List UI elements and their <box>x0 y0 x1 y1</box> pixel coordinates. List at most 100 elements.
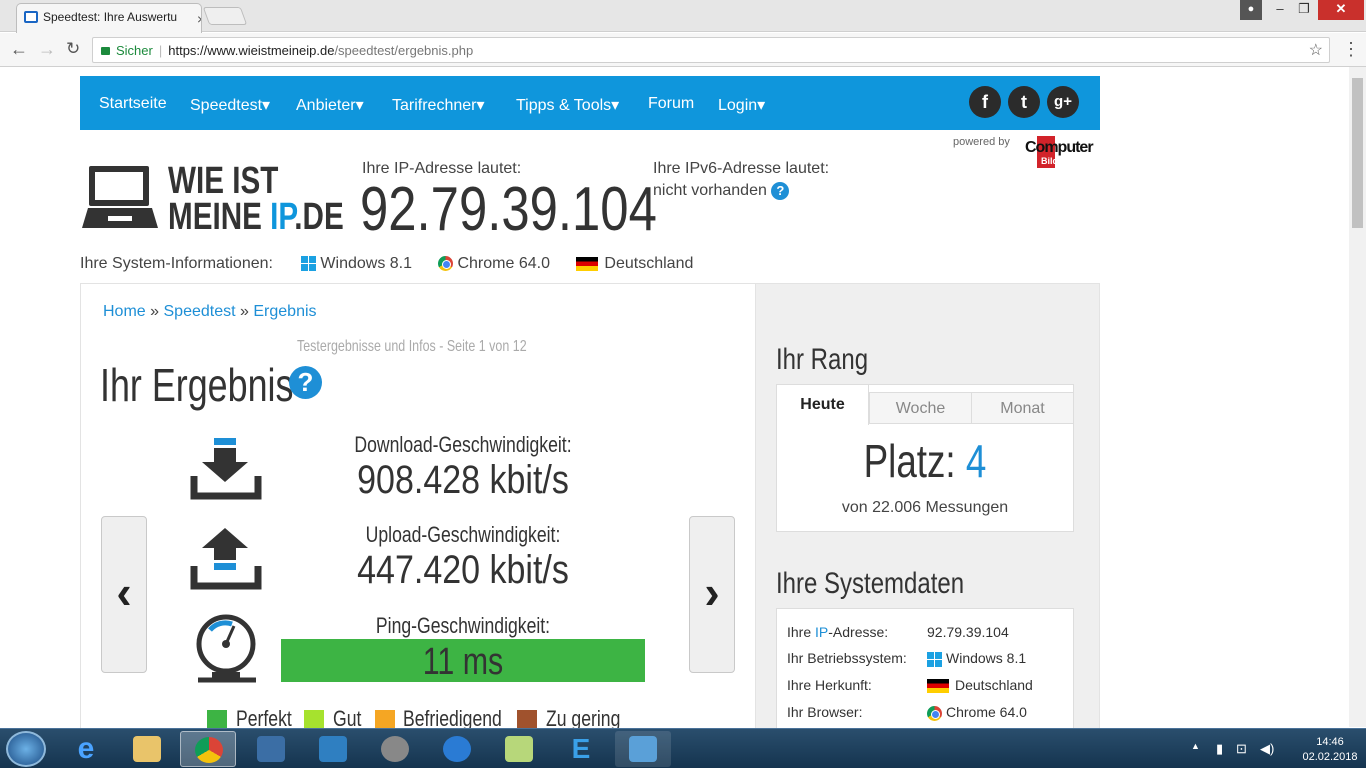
picture-icon <box>629 736 657 762</box>
systemdata-title: Ihre Systemdaten <box>776 567 965 600</box>
tab-monat[interactable]: Monat <box>971 392 1074 424</box>
taskbar-network[interactable] <box>243 731 299 767</box>
forward-icon[interactable]: → <box>38 38 56 60</box>
tab-heute[interactable]: Heute <box>777 385 869 425</box>
chrome-icon <box>195 737 223 763</box>
network-tray-icon[interactable]: ⊡ <box>1236 741 1247 757</box>
earth-pro-icon <box>381 736 409 762</box>
lock-icon <box>101 47 110 55</box>
breadcrumb-home[interactable]: Home <box>103 303 146 320</box>
network-icon <box>257 736 285 762</box>
tab-woche[interactable]: Woche <box>869 392 972 424</box>
start-button[interactable] <box>6 731 46 767</box>
taskbar-app-circle[interactable] <box>429 731 485 767</box>
site-navbar: Startseite Speedtest▾ Anbieter▾ Tarifrec… <box>80 76 1100 130</box>
legend-swatch-befriedigend <box>375 710 395 730</box>
battery-icon[interactable]: ▮ <box>1216 741 1223 757</box>
profile-icon[interactable]: ● <box>1240 0 1262 20</box>
breadcrumb: Home » Speedtest » Ergebnis <box>103 303 317 321</box>
browser-menu-icon[interactable]: ⋮ <box>1342 39 1360 60</box>
url-separator: | <box>158 43 163 58</box>
ping-label: Ping-Geschwindigkeit: <box>375 613 551 638</box>
help-icon[interactable]: ? <box>771 182 790 200</box>
sysinfo-os: Windows 8.1 <box>320 255 413 272</box>
breadcrumb-speedtest[interactable]: Speedtest <box>164 303 236 320</box>
address-bar[interactable]: Sicher | https://www.wieistmeineip.de/spee… <box>92 37 1330 63</box>
browser-tabstrip: Speedtest: Ihre Auswertu × ● – ❐ ✕ <box>0 0 1366 33</box>
nav-login[interactable]: Login▾ <box>718 95 765 115</box>
new-tab-button[interactable] <box>202 7 248 25</box>
clock-time: 14:46 <box>1316 736 1344 748</box>
site-logo[interactable]: WIE IST MEINE IP.DE <box>82 162 344 237</box>
facebook-icon[interactable]: f <box>969 86 1001 118</box>
breadcrumb-separator: » <box>240 303 249 320</box>
legend-swatch-gut <box>304 710 324 730</box>
url-path: /speedtest/ergebnis.php <box>334 43 474 58</box>
nav-tipps-tools[interactable]: Tipps & Tools▾ <box>516 95 619 115</box>
scrollbar-thumb[interactable] <box>1352 78 1363 228</box>
twitter-icon[interactable]: t <box>1008 86 1040 118</box>
page-favicon-icon <box>24 11 38 23</box>
folder-icon <box>133 736 161 762</box>
tray-expand-icon[interactable]: ▲ <box>1191 741 1200 751</box>
nav-anbieter[interactable]: Anbieter▾ <box>296 95 364 115</box>
gauge-icon <box>196 614 256 683</box>
chevron-left-icon: ‹ <box>116 566 132 618</box>
bookmark-star-icon[interactable]: ☆ <box>1309 40 1323 60</box>
windows-taskbar: e E ▲ ▮ ⊡ ◀) 14:46 02.02.2018 <box>0 728 1366 768</box>
rank-subtitle: von 22.006 Messungen <box>841 499 1009 516</box>
powered-by-label: powered by <box>953 136 1010 148</box>
sysinfo-browser: Chrome 64.0 <box>457 255 550 272</box>
taskbar-ie[interactable]: e <box>58 731 114 767</box>
reload-icon[interactable]: ↻ <box>66 38 80 60</box>
close-window-button[interactable]: ✕ <box>1318 0 1364 20</box>
sysinfo-label: Ihre System-Informationen: <box>80 255 273 272</box>
chrome-icon <box>927 705 942 721</box>
volume-icon[interactable]: ◀) <box>1260 741 1274 757</box>
taskbar-explorer[interactable] <box>119 731 175 767</box>
legend-swatch-zu-gering <box>517 710 537 730</box>
breadcrumb-ergebnis[interactable]: Ergebnis <box>253 303 316 320</box>
laptop-base-icon <box>82 208 158 228</box>
windows-icon <box>301 256 317 272</box>
computer-bild-logo-sub: Bild <box>1041 156 1058 166</box>
page-title: Ihr Ergebnis <box>100 359 294 411</box>
taskbar-chrome[interactable] <box>180 731 236 767</box>
sys-key-browser: Ihr Browser: <box>787 704 863 720</box>
germany-flag-icon <box>927 679 949 694</box>
nav-forum[interactable]: Forum <box>648 95 694 113</box>
laptop-icon <box>89 166 149 206</box>
nav-speedtest[interactable]: Speedtest▾ <box>190 95 270 115</box>
url-host: https://www.wieistmeineip.de <box>168 43 335 58</box>
taskbar-notepad[interactable] <box>491 731 547 767</box>
prev-button[interactable]: ‹ <box>101 516 147 673</box>
taskbar-clock[interactable]: 14:46 02.02.2018 <box>1300 735 1360 765</box>
chevron-right-icon: › <box>704 566 720 618</box>
taskbar-photos[interactable] <box>615 731 671 767</box>
ipv6-value: nicht vorhanden ? <box>653 182 790 200</box>
clock-date: 02.02.2018 <box>1302 751 1358 763</box>
notepad-icon <box>505 736 533 762</box>
google-plus-icon[interactable]: g+ <box>1047 86 1079 118</box>
next-button[interactable]: › <box>689 516 735 673</box>
tab-speedtest[interactable]: Speedtest: Ihre Auswertu × <box>16 3 202 33</box>
browser-toolbar: ← → ↻ Sicher | https://www.wieistmeineip.d… <box>0 33 1366 67</box>
nav-tarifrechner[interactable]: Tarifrechner▾ <box>392 95 485 115</box>
e-app-icon: E <box>571 733 591 764</box>
taskbar-app-e[interactable]: E <box>553 731 609 767</box>
sys-key-ip: Ihre IP-Adresse: <box>787 624 889 640</box>
tab-close-icon[interactable]: × <box>197 12 201 26</box>
sys-key-origin: Ihre Herkunft: <box>787 677 872 693</box>
upload-icon <box>190 528 262 590</box>
rank-title: Ihr Rang <box>776 343 869 376</box>
minimize-button[interactable]: – <box>1270 0 1290 20</box>
nav-startseite[interactable]: Startseite <box>99 95 167 113</box>
ip-value: 92.79.39.104 <box>360 175 657 244</box>
ping-value: 11 ms <box>422 641 504 683</box>
back-icon[interactable]: ← <box>10 38 28 60</box>
ie-icon: e <box>77 732 95 765</box>
taskbar-earth-pro[interactable] <box>367 731 423 767</box>
taskbar-app-blue[interactable] <box>305 731 361 767</box>
restore-button[interactable]: ❐ <box>1294 0 1314 20</box>
result-help-icon[interactable]: ? <box>289 366 322 399</box>
